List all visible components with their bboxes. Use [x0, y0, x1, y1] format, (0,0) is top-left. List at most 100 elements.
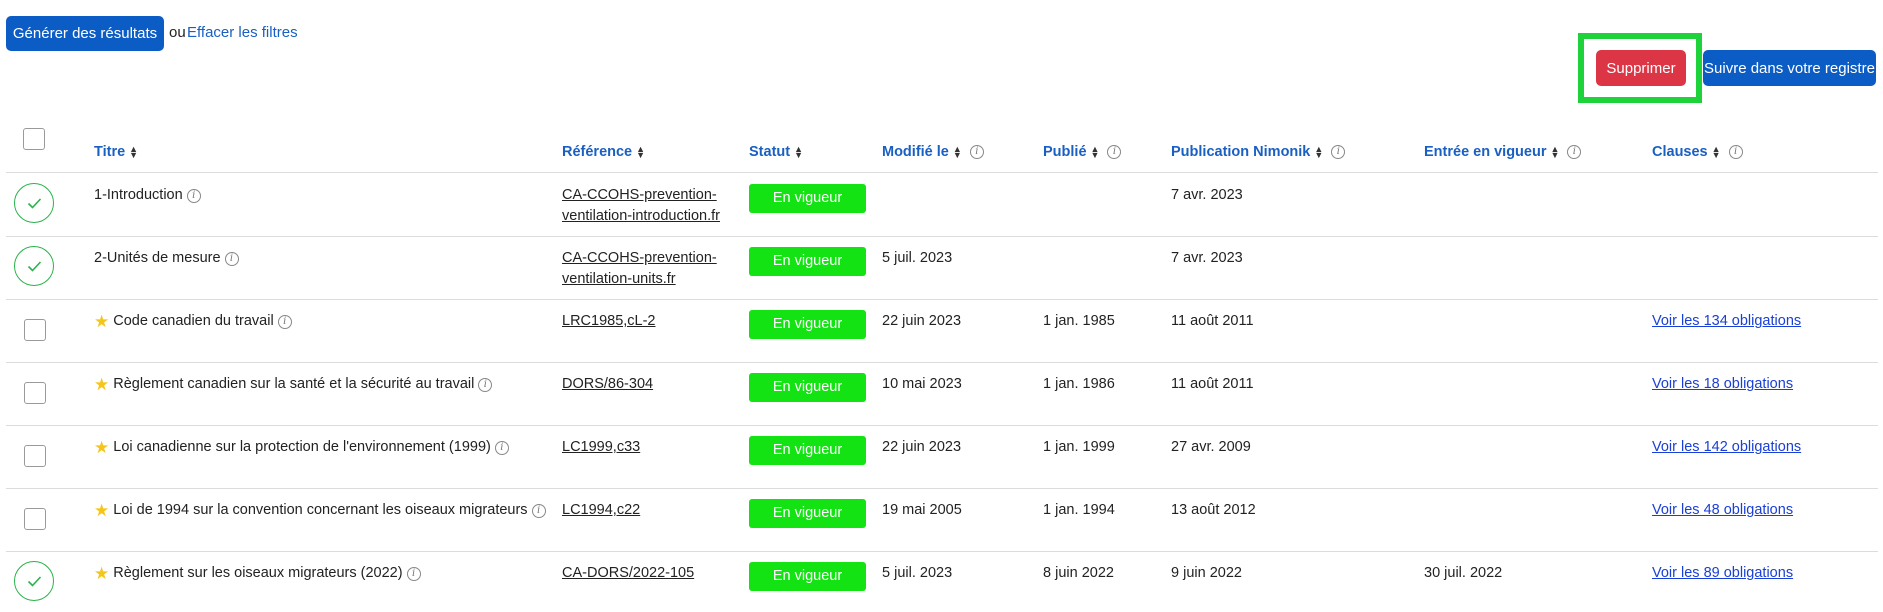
reference-line: ventilation-units.fr	[562, 271, 676, 287]
status-badge: En vigueur	[749, 436, 866, 465]
table-row[interactable]: ★ Loi canadienne sur la protection de l'e…	[6, 426, 1878, 489]
view-obligations-link[interactable]: Voir les 134 obligations	[1652, 311, 1801, 332]
reference-link[interactable]: CA-CCOHS-prevention-ventilation-introduc…	[562, 185, 720, 227]
status-badge: En vigueur	[749, 184, 866, 213]
published-date: 1 jan. 1986	[1043, 376, 1115, 392]
star-icon: ★	[94, 312, 110, 331]
generate-results-button[interactable]: Générer des résultats	[6, 16, 164, 51]
clear-filters-link[interactable]: Effacer les filtres	[187, 24, 298, 41]
check-icon	[27, 576, 42, 587]
sort-modified[interactable]: Modifié le ▲ ▼ i	[882, 144, 984, 160]
table-row[interactable]: 2-Unités de mesure i CA-CCOHS-prevention-v…	[6, 237, 1878, 300]
sort-clauses[interactable]: Clauses ▲ ▼ i	[1652, 144, 1743, 160]
row-title-text: Règlement canadien sur la santé et la sé…	[113, 376, 475, 392]
sort-icon: ▲ ▼	[1550, 144, 1560, 160]
reference-link[interactable]: DORS/86-304	[562, 374, 653, 395]
info-icon[interactable]: i	[969, 145, 984, 159]
row-title: ★ Règlement sur les oiseaux migrateurs (2…	[94, 563, 421, 584]
table-row[interactable]: ★ Règlement canadien sur la santé et la s…	[6, 363, 1878, 426]
reference-line: DORS/86-304	[562, 376, 654, 392]
header-effective-label: Entrée en vigueur	[1424, 144, 1547, 160]
row-title: 1-Introduction i	[94, 185, 201, 206]
reference-link[interactable]: LC1999,c33	[562, 437, 640, 458]
table-row[interactable]: ★ Règlement sur les oiseaux migrateurs (2…	[6, 552, 1878, 612]
modified-date: 5 juil. 2023	[882, 250, 953, 266]
select-all-checkbox[interactable]	[23, 128, 45, 150]
modified-date: 5 juil. 2023	[882, 565, 953, 581]
view-obligations-link[interactable]: Voir les 18 obligations	[1652, 374, 1793, 395]
row-selected-check[interactable]	[14, 183, 54, 223]
row-title-text: Loi de 1994 sur la convention concernant…	[113, 502, 528, 518]
reference-link[interactable]: LRC1985,cL-2	[562, 311, 656, 332]
info-icon[interactable]: i	[1567, 145, 1582, 159]
sort-nimonik[interactable]: Publication Nimonik ▲ ▼ i	[1171, 144, 1346, 160]
reference-link[interactable]: CA-CCOHS-prevention-ventilation-units.fr	[562, 248, 717, 290]
nimonik-date: 11 août 2011	[1171, 313, 1254, 329]
info-icon[interactable]: i	[406, 566, 421, 581]
view-obligations-link[interactable]: Voir les 89 obligations	[1652, 563, 1793, 584]
info-icon[interactable]: i	[531, 503, 546, 518]
published-date: 1 jan. 1985	[1043, 313, 1115, 329]
info-icon[interactable]: i	[478, 377, 493, 392]
header-clauses-label: Clauses	[1652, 144, 1708, 160]
sort-icon: ▲ ▼	[1711, 144, 1721, 160]
or-text: ou	[169, 24, 186, 41]
sort-icon: ▲ ▼	[129, 144, 139, 160]
row-title: ★ Règlement canadien sur la santé et la s…	[94, 374, 493, 395]
row-checkbox[interactable]	[24, 508, 46, 530]
modified-date: 22 juin 2023	[882, 313, 962, 329]
star-icon: ★	[94, 438, 110, 457]
modified-date: 22 juin 2023	[882, 439, 962, 455]
view-obligations-link[interactable]: Voir les 142 obligations	[1652, 437, 1801, 458]
star-icon: ★	[94, 501, 110, 520]
row-selected-check[interactable]	[14, 246, 54, 286]
star-icon: ★	[94, 375, 110, 394]
row-checkbox[interactable]	[24, 382, 46, 404]
star-icon: ★	[94, 564, 110, 583]
nimonik-date: 7 avr. 2023	[1171, 187, 1243, 203]
view-obligations-link[interactable]: Voir les 48 obligations	[1652, 500, 1793, 521]
row-title-text: 1-Introduction	[94, 187, 183, 203]
header-reference-label: Référence	[562, 144, 633, 160]
reference-link[interactable]: CA-DORS/2022-105	[562, 563, 694, 584]
info-icon[interactable]: i	[277, 314, 292, 329]
table-row[interactable]: 1-Introduction i CA-CCOHS-prevention-venti…	[6, 174, 1878, 237]
follow-in-register-button[interactable]: Suivre dans votre registre	[1703, 50, 1876, 86]
row-checkbox[interactable]	[24, 445, 46, 467]
info-icon[interactable]: i	[1107, 145, 1122, 159]
published-date: 8 juin 2022	[1043, 565, 1114, 581]
reference-link[interactable]: LC1994,c22	[562, 500, 640, 521]
reference-line: CA-CCOHS-prevention-	[562, 250, 717, 266]
row-title: ★ Loi de 1994 sur la convention concernan…	[94, 500, 546, 521]
delete-button[interactable]: Supprimer	[1596, 50, 1686, 86]
table-row[interactable]: ★ Loi de 1994 sur la convention concernan…	[6, 489, 1878, 552]
reference-line: CA-DORS/2022-105	[562, 565, 695, 581]
sort-icon: ▲ ▼	[952, 144, 962, 160]
info-icon[interactable]: i	[224, 251, 239, 266]
reference-line: LC1999,c33	[562, 439, 641, 455]
published-date: 1 jan. 1994	[1043, 502, 1115, 518]
info-icon[interactable]: i	[494, 440, 509, 455]
sort-status[interactable]: Statut ▲ ▼	[749, 144, 803, 160]
sort-reference[interactable]: Référence ▲ ▼	[562, 144, 645, 160]
info-icon[interactable]: i	[1331, 145, 1346, 159]
reference-line: LRC1985,cL-2	[562, 313, 656, 329]
sort-effective[interactable]: Entrée en vigueur ▲ ▼ i	[1424, 144, 1582, 160]
table-row[interactable]: ★ Code canadien du travail i LRC1985,cL-2 En…	[6, 300, 1878, 363]
info-icon[interactable]: i	[1728, 145, 1743, 159]
sort-icon: ▲ ▼	[1090, 144, 1100, 160]
nimonik-date: 27 avr. 2009	[1171, 439, 1251, 455]
row-title-text: Loi canadienne sur la protection de l'en…	[113, 439, 491, 455]
sort-icon: ▲ ▼	[636, 144, 646, 160]
status-badge: En vigueur	[749, 310, 866, 339]
header-status-label: Statut	[749, 144, 791, 160]
modified-date: 10 mai 2023	[882, 376, 962, 392]
info-icon[interactable]: i	[186, 188, 201, 203]
row-checkbox[interactable]	[24, 319, 46, 341]
check-icon	[27, 198, 42, 209]
row-title-text: 2-Unités de mesure	[94, 250, 221, 266]
sort-title[interactable]: Titre ▲ ▼	[94, 144, 138, 160]
reference-line: CA-CCOHS-prevention-	[562, 187, 717, 203]
row-selected-check[interactable]	[14, 561, 54, 601]
sort-published[interactable]: Publié ▲ ▼ i	[1043, 144, 1122, 160]
